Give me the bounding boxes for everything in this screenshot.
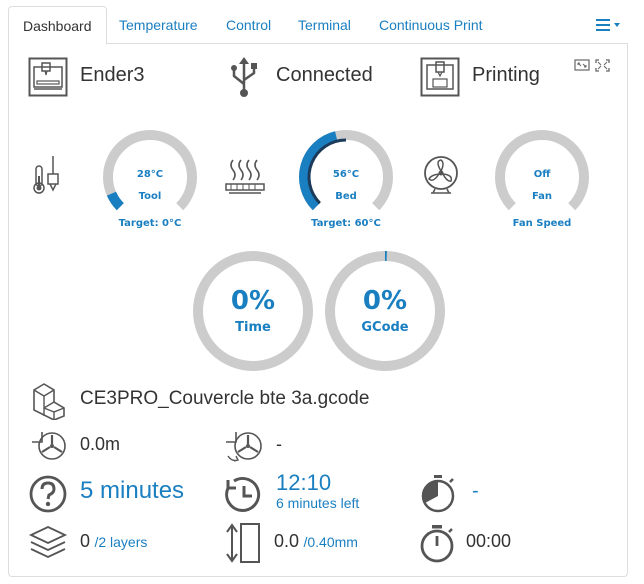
eta-time-left: 6 minutes left [276, 495, 360, 511]
filament-remaining-icon [226, 432, 262, 462]
connection-status: Connected [276, 64, 373, 86]
time-progress-value: 0% [230, 286, 276, 316]
list-icon [596, 18, 620, 31]
model-file-icon [33, 383, 65, 420]
time-progress-label: Time [235, 320, 271, 335]
tab-bar: Dashboard Temperature Control Terminal C… [8, 6, 628, 45]
usb-icon [231, 57, 257, 97]
print-state: Printing [472, 64, 540, 86]
fan-speed-value: Off [533, 169, 551, 180]
tool-temp-value: 28°C [136, 169, 164, 180]
tool-target: Target: 0°C [118, 218, 182, 229]
estimated-print-time: 5 minutes [80, 477, 185, 504]
filament-used-value: 0.0m [80, 434, 121, 454]
fan-icon [424, 156, 458, 194]
printing-state-icon [420, 57, 460, 97]
bed-target: Target: 60°C [311, 218, 381, 229]
tab-dashboard[interactable]: Dashboard [8, 6, 107, 45]
layer-progress: 0 /2 layers [80, 531, 147, 552]
layers-icon [28, 526, 68, 558]
elapsed-time-value: 00:00 [466, 531, 512, 551]
total-layers: /2 layers [94, 534, 148, 550]
filament-remaining-value: - [276, 434, 282, 454]
timer-remaining-value: - [472, 480, 479, 502]
height-icon [226, 523, 260, 563]
gcode-progress-label: GCode [361, 320, 409, 335]
heated-bed-icon [225, 159, 265, 194]
filament-used-icon [32, 432, 66, 460]
stopwatch-partial-icon [421, 475, 455, 513]
tab-terminal[interactable]: Terminal [284, 6, 365, 44]
gcode-progress-value: 0% [362, 286, 408, 316]
printer-icon [28, 57, 68, 97]
file-name: CE3PRO_Couvercle bte 3a.gcode [80, 388, 370, 409]
question-circle-icon [29, 475, 67, 513]
stopwatch-icon [420, 525, 454, 563]
bed-temp-value: 56°C [332, 169, 360, 180]
fan-gauge-label: Fan [531, 191, 553, 202]
current-height: 0.0 [274, 531, 300, 551]
tool-gauge-label: Tool [138, 191, 162, 202]
tab-control[interactable]: Control [212, 6, 285, 44]
eta-clock-icon [225, 476, 261, 512]
bed-gauge-label: Bed [335, 191, 357, 202]
current-layer: 0 [80, 531, 91, 551]
fan-target: Fan Speed [512, 218, 572, 229]
total-height: /0.40mm [303, 534, 358, 550]
dashboard-menu-button[interactable] [596, 6, 622, 44]
tab-temperature[interactable]: Temperature [105, 6, 212, 44]
eta-clock-value: 12:10 [276, 470, 332, 495]
tab-continuous-print[interactable]: Continuous Print [365, 6, 497, 44]
fit-screen-icon[interactable] [574, 59, 590, 73]
fullscreen-icon[interactable] [595, 59, 610, 72]
printer-name: Ender3 [80, 64, 145, 86]
hotend-thermometer-icon [33, 156, 59, 194]
height-progress: 0.0 /0.40mm [274, 531, 358, 552]
